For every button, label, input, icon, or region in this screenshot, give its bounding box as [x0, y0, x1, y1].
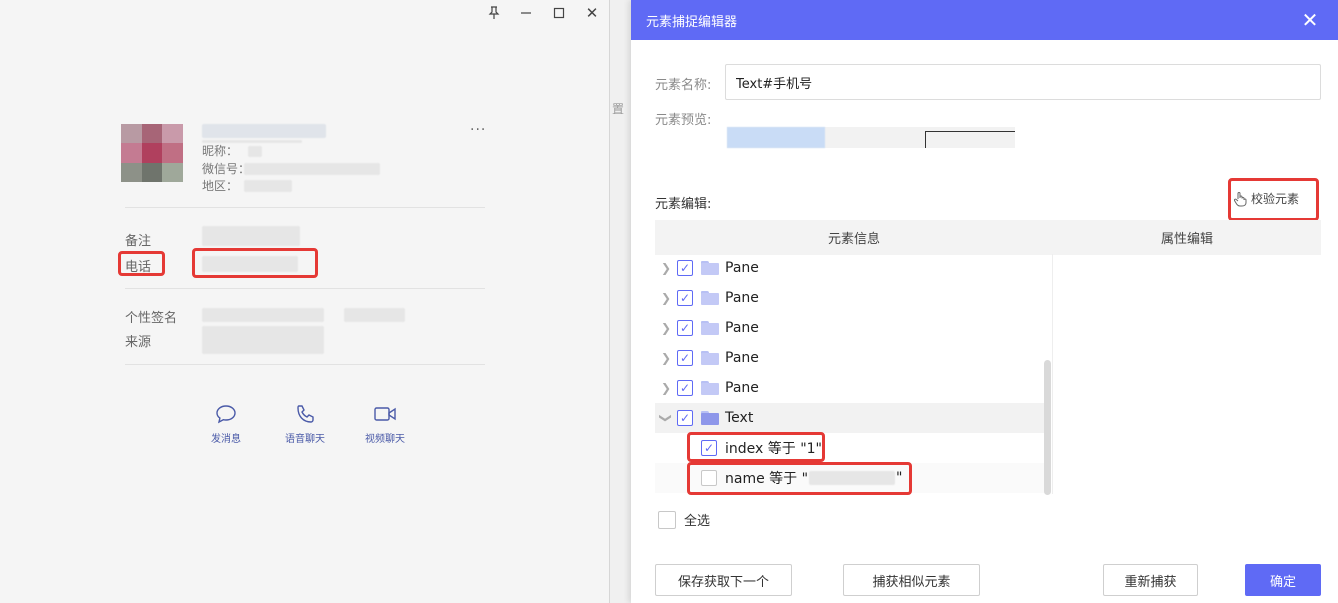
element-edit-section-title: 元素编辑: [655, 197, 712, 212]
confirm-button[interactable]: 确定 [1245, 564, 1321, 596]
tree-node-label: Pane [725, 260, 759, 276]
divider [125, 288, 485, 289]
tree-node-pane[interactable]: ❯ Pane [655, 254, 1045, 283]
chevron-right-icon[interactable]: ❯ [655, 381, 677, 395]
avatar[interactable] [121, 124, 183, 182]
source-label: 来源 [125, 335, 152, 350]
element-capture-editor-dialog: 元素捕捉编辑器 ✕ 元素名称: 元素预览: 元素编辑: 校验元素 元素信息 属性… [631, 0, 1338, 603]
element-name-label: 元素名称: [655, 78, 712, 93]
more-options-icon[interactable]: ··· [470, 122, 486, 138]
chat-bubble-icon [216, 405, 236, 424]
wechat-id-redacted [244, 163, 380, 175]
folder-icon [701, 261, 719, 275]
chevron-right-icon[interactable]: ❯ [655, 291, 677, 305]
index-attribute-highlight [687, 432, 825, 462]
tree-node-pane[interactable]: ❯ Pane [655, 283, 1045, 313]
element-preview-label: 元素预览: [655, 113, 712, 128]
attribute-edit-column-header: 属性编辑 [1160, 232, 1213, 247]
folder-icon [701, 381, 719, 395]
chevron-right-icon[interactable]: ❯ [655, 321, 677, 335]
folder-open-icon [701, 411, 719, 425]
tree-node-label: Pane [725, 380, 759, 396]
video-call-label: 视频聊天 [365, 434, 405, 445]
node-checkbox[interactable] [677, 350, 693, 366]
voice-call-label: 语音聊天 [285, 434, 325, 445]
video-call-button[interactable]: 视频聊天 [350, 404, 420, 445]
verify-button-highlight [1228, 178, 1319, 221]
chevron-right-icon[interactable]: ❯ [655, 351, 677, 365]
tree-node-pane[interactable]: ❯ Pane [655, 343, 1045, 373]
element-info-column-header: 元素信息 [827, 232, 880, 247]
contact-card-window: ✕ ··· 昵称： 微信号： 地区： 备注 电话 个性签名 来源 发消息 语音聊… [0, 0, 610, 603]
remark-label: 备注 [125, 234, 152, 249]
tree-node-label: Text [725, 410, 754, 426]
phone-icon [297, 405, 314, 423]
close-icon[interactable]: ✕ [1300, 10, 1320, 30]
divider [125, 364, 485, 365]
dialog-titlebar: 元素捕捉编辑器 ✕ [631, 0, 1338, 40]
background-window [610, 0, 632, 603]
folder-icon [701, 351, 719, 365]
element-preview-outline [925, 131, 1015, 148]
chevron-right-icon[interactable]: ❯ [655, 261, 677, 275]
dialog-title: 元素捕捉编辑器 [646, 14, 738, 30]
remark-value-redacted [202, 226, 300, 246]
nickname-redacted [248, 146, 262, 157]
node-checkbox[interactable] [677, 410, 693, 426]
save-and-get-next-button[interactable]: 保存获取下一个 [655, 564, 792, 596]
capture-similar-button[interactable]: 捕获相似元素 [843, 564, 980, 596]
region-label: 地区： [202, 179, 239, 193]
select-all-checkbox[interactable] [658, 510, 676, 529]
element-name-input[interactable] [725, 64, 1321, 100]
name-attribute-highlight [687, 462, 912, 495]
divider [125, 207, 485, 208]
minimize-button[interactable] [515, 4, 537, 22]
wechat-id-label: 微信号： [202, 162, 251, 176]
phone-label-highlight [118, 251, 165, 276]
tree-node-label: Pane [725, 320, 759, 336]
pin-icon[interactable] [483, 4, 505, 22]
region-redacted [244, 180, 292, 192]
folder-icon [701, 291, 719, 305]
maximize-button[interactable] [548, 4, 570, 22]
node-checkbox[interactable] [677, 380, 693, 396]
phone-value-highlight [192, 248, 318, 278]
select-all-label: 全选 [684, 514, 711, 529]
close-button[interactable]: ✕ [581, 4, 603, 22]
folder-icon [701, 321, 719, 335]
tree-node-label: Pane [725, 290, 759, 306]
select-all[interactable]: 全选 [658, 510, 710, 529]
tree-node-pane[interactable]: ❯ Pane [655, 313, 1045, 343]
send-message-button[interactable]: 发消息 [191, 404, 261, 445]
contact-name-redacted [202, 124, 326, 138]
node-checkbox[interactable] [677, 320, 693, 336]
tree-node-text[interactable]: ❯ Text [655, 403, 1045, 433]
signature-label: 个性签名 [125, 311, 178, 326]
nickname-label: 昵称： [202, 144, 239, 158]
background-window-text: 置 [612, 102, 625, 116]
chevron-down-icon[interactable]: ❯ [659, 407, 673, 429]
video-camera-icon [374, 407, 396, 421]
tree-table-header: 元素信息 属性编辑 [655, 220, 1321, 255]
tree-node-pane[interactable]: ❯ Pane [655, 373, 1045, 403]
send-message-label: 发消息 [211, 434, 241, 445]
node-checkbox[interactable] [677, 290, 693, 306]
signature-value-redacted [202, 308, 324, 322]
voice-call-button[interactable]: 语音聊天 [270, 404, 340, 445]
tree-scrollbar[interactable] [1044, 360, 1051, 495]
source-value-redacted [202, 326, 324, 354]
node-checkbox[interactable] [677, 260, 693, 276]
tree-node-label: Pane [725, 350, 759, 366]
recapture-button[interactable]: 重新捕获 [1103, 564, 1198, 596]
signature-value-redacted [344, 308, 405, 322]
